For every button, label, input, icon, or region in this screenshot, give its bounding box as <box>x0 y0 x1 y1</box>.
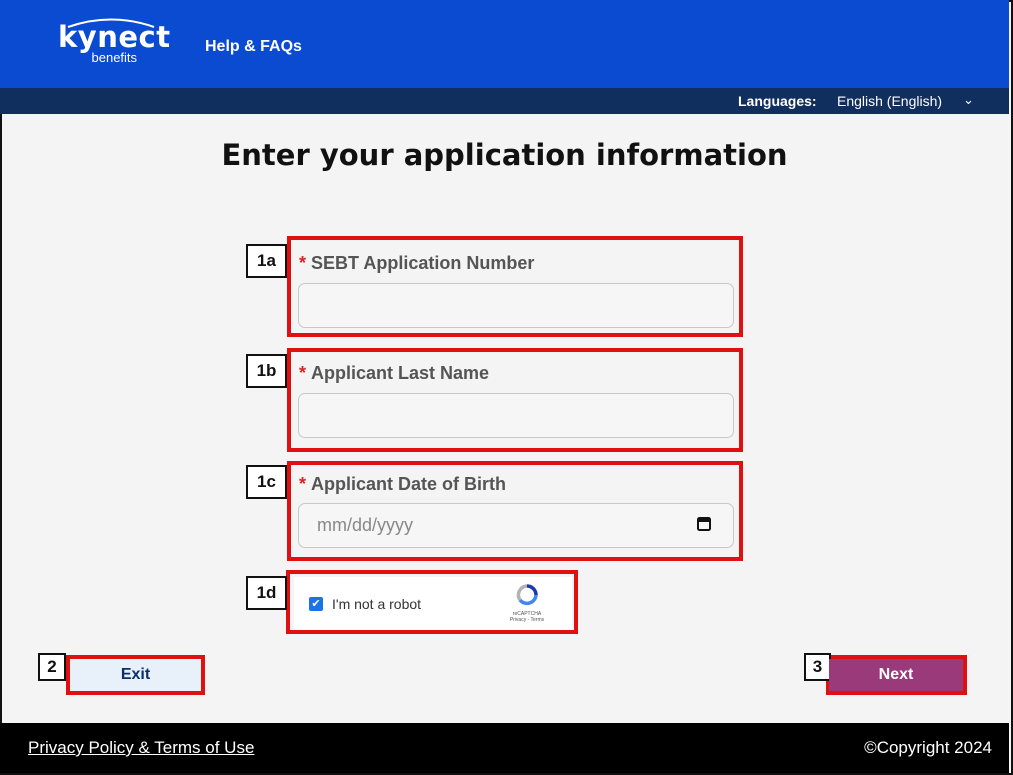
chevron-down-icon[interactable]: ⌄ <box>963 92 974 108</box>
page-footer: Privacy Policy & Terms of Use ©Copyright… <box>0 723 1009 773</box>
page-title: Enter your application information <box>221 138 788 172</box>
captcha-checkbox[interactable]: ✔ <box>309 597 323 611</box>
languages-label: Languages: <box>738 93 817 109</box>
captcha-label: I'm not a robot <box>332 596 422 612</box>
required-asterisk: * <box>299 253 307 273</box>
annotation-badge-1b: 1b <box>246 354 287 388</box>
recaptcha-links[interactable]: Privacy - Terms <box>500 617 554 623</box>
language-bar: Languages: English (English) ⌄ <box>0 88 1009 114</box>
annotation-badge-1d: 1d <box>246 576 287 610</box>
recaptcha-icon <box>516 584 538 606</box>
applicant-last-name-input[interactable] <box>298 393 734 438</box>
date-placeholder: mm/dd/yyyy <box>317 515 414 535</box>
next-button[interactable]: Next <box>829 659 963 691</box>
field-label-text: Applicant Last Name <box>311 363 490 383</box>
language-select[interactable]: English (English) <box>837 93 942 109</box>
annotation-badge-2: 2 <box>38 653 66 681</box>
annotation-badge-1a: 1a <box>246 244 287 278</box>
field-label-text: Applicant Date of Birth <box>311 474 507 494</box>
sebt-application-number-input[interactable] <box>298 283 734 328</box>
help-faqs-link[interactable]: Help & FAQs <box>205 38 302 56</box>
recaptcha-logo: reCAPTCHA Privacy - Terms <box>500 584 554 623</box>
applicant-last-name-label: * Applicant Last Name <box>299 363 489 384</box>
field-label-text: SEBT Application Number <box>311 253 535 273</box>
logo-arc-icon <box>67 18 155 28</box>
annotation-badge-3: 3 <box>804 653 831 681</box>
privacy-terms-link[interactable]: Privacy Policy & Terms of Use <box>28 738 254 758</box>
calendar-icon[interactable] <box>697 516 711 531</box>
copyright-text: ©Copyright 2024 <box>864 738 992 757</box>
kynect-benefits-logo[interactable]: kynect benefits <box>58 18 171 65</box>
recaptcha-widget: ✔ I'm not a robot reCAPTCHA Privacy - Te… <box>294 577 572 630</box>
applicant-dob-input[interactable]: mm/dd/yyyy <box>298 503 734 548</box>
exit-button[interactable]: Exit <box>70 659 201 691</box>
required-asterisk: * <box>299 474 307 494</box>
sebt-application-number-label: * SEBT Application Number <box>299 253 534 274</box>
annotation-badge-1c: 1c <box>246 465 287 499</box>
applicant-dob-label: * Applicant Date of Birth <box>299 474 506 495</box>
required-asterisk: * <box>299 363 307 383</box>
top-header: kynect benefits Help & FAQs <box>0 0 1009 88</box>
